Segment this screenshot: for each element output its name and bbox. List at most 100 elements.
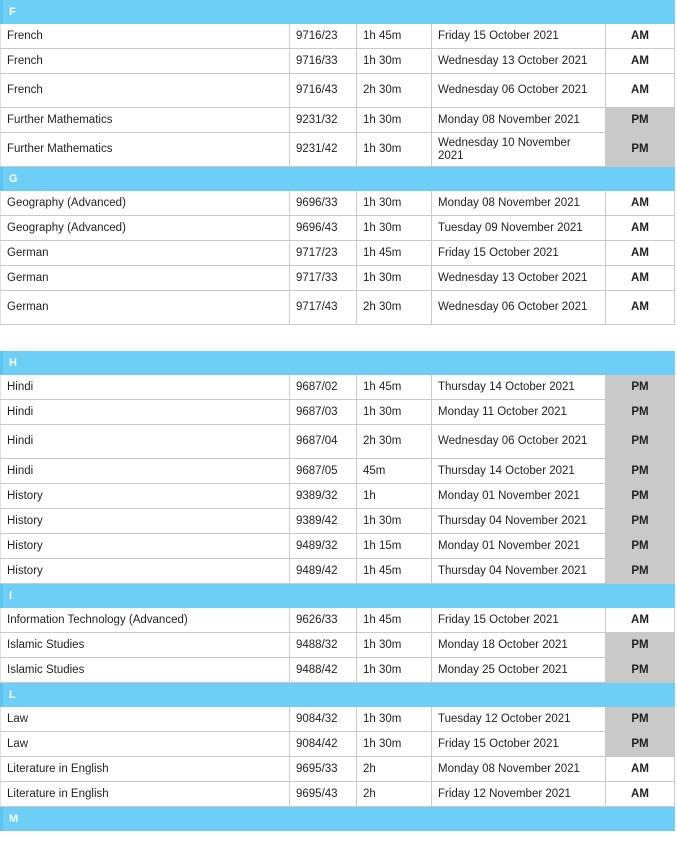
cell-duration: 1h 45m <box>357 24 432 48</box>
cell-subject: Further Mathematics <box>0 133 290 166</box>
table-row: Islamic Studies 9488/42 1h 30m Monday 25 Oc… <box>0 658 675 683</box>
cell-syllabus-code: 9716/43 <box>290 74 357 107</box>
cell-session: PM <box>606 400 675 424</box>
section-header-m: M <box>0 807 675 831</box>
cell-session: AM <box>606 49 675 73</box>
table-row: History 9489/42 1h 45m Thursday 04 November… <box>0 559 675 584</box>
cell-date: Thursday 04 November 2021 <box>432 509 606 533</box>
timetable-section: G Geography (Advanced) 9696/33 1h 30m Monday… <box>0 167 675 325</box>
cell-syllabus-code: 9084/32 <box>290 707 357 731</box>
cell-date: Thursday 14 October 2021 <box>432 375 606 399</box>
cell-session: AM <box>606 266 675 290</box>
cell-syllabus-code: 9488/42 <box>290 658 357 682</box>
cell-duration: 2h <box>357 782 432 806</box>
cell-syllabus-code: 9717/33 <box>290 266 357 290</box>
cell-subject: Further Mathematics <box>0 108 290 132</box>
cell-date: Wednesday 13 October 2021 <box>432 266 606 290</box>
cell-date: Monday 08 November 2021 <box>432 757 606 781</box>
cell-subject: Islamic Studies <box>0 633 290 657</box>
section-header-l: L <box>0 683 675 707</box>
cell-session: PM <box>606 484 675 508</box>
cell-subject: History <box>0 559 290 583</box>
cell-subject: History <box>0 534 290 558</box>
cell-syllabus-code: 9687/02 <box>290 375 357 399</box>
cell-session: PM <box>606 108 675 132</box>
cell-session: PM <box>606 658 675 682</box>
cell-syllabus-code: 9716/23 <box>290 24 357 48</box>
table-row: Islamic Studies 9488/32 1h 30m Monday 18 Oc… <box>0 633 675 658</box>
cell-subject: Literature in English <box>0 782 290 806</box>
cell-session: AM <box>606 191 675 215</box>
cell-duration: 2h 30m <box>357 74 432 107</box>
table-row: German 9717/23 1h 45m Friday 15 October 202… <box>0 241 675 266</box>
table-row: Geography (Advanced) 9696/33 1h 30m Monday … <box>0 191 675 216</box>
cell-session: PM <box>606 633 675 657</box>
cell-duration: 45m <box>357 459 432 483</box>
cell-date: Monday 08 November 2021 <box>432 191 606 215</box>
cell-duration: 1h <box>357 484 432 508</box>
table-row: Literature in English 9695/43 2h Friday 12 … <box>0 782 675 807</box>
cell-session: PM <box>606 133 675 166</box>
cell-syllabus-code: 9717/23 <box>290 241 357 265</box>
cell-subject: Geography (Advanced) <box>0 191 290 215</box>
cell-subject: Hindi <box>0 459 290 483</box>
cell-duration: 1h 30m <box>357 658 432 682</box>
cell-subject: French <box>0 49 290 73</box>
cell-duration: 2h <box>357 757 432 781</box>
cell-syllabus-code: 9687/05 <box>290 459 357 483</box>
cell-session: AM <box>606 757 675 781</box>
cell-date: Wednesday 10 November 2021 <box>432 133 606 166</box>
section-header-g: G <box>0 167 675 191</box>
cell-subject: Law <box>0 732 290 756</box>
table-row: Information Technology (Advanced) 9626/33… <box>0 608 675 633</box>
section-letter: G <box>9 172 18 185</box>
cell-session: AM <box>606 241 675 265</box>
cell-syllabus-code: 9696/43 <box>290 216 357 240</box>
table-row: History 9389/42 1h 30m Thursday 04 November… <box>0 509 675 534</box>
cell-syllabus-code: 9489/32 <box>290 534 357 558</box>
cell-date: Wednesday 13 October 2021 <box>432 49 606 73</box>
table-row: French 9716/33 1h 30m Wednesday 13 October … <box>0 49 675 74</box>
section-letter: M <box>9 812 19 825</box>
cell-syllabus-code: 9687/03 <box>290 400 357 424</box>
cell-session: AM <box>606 608 675 632</box>
cell-date: Friday 15 October 2021 <box>432 241 606 265</box>
cell-subject: Islamic Studies <box>0 658 290 682</box>
cell-date: Friday 15 October 2021 <box>432 608 606 632</box>
cell-subject: French <box>0 24 290 48</box>
cell-duration: 2h 30m <box>357 291 432 324</box>
table-row: French 9716/23 1h 45m Friday 15 October 202… <box>0 24 675 49</box>
table-row: Geography (Advanced) 9696/43 1h 30m Tuesday… <box>0 216 675 241</box>
table-row: History 9389/32 1h Monday 01 November 2021 P… <box>0 484 675 509</box>
cell-session: PM <box>606 425 675 458</box>
cell-date: Wednesday 06 October 2021 <box>432 425 606 458</box>
cell-subject: German <box>0 266 290 290</box>
cell-session: AM <box>606 216 675 240</box>
table-row: French 9716/43 2h 30m Wednesday 06 October … <box>0 74 675 108</box>
timetable-section: I Information Technology (Advanced) 9626/3… <box>0 584 675 683</box>
cell-duration: 1h 45m <box>357 608 432 632</box>
cell-session: PM <box>606 375 675 399</box>
section-letter: H <box>9 356 18 369</box>
cell-subject: History <box>0 509 290 533</box>
cell-subject: Hindi <box>0 375 290 399</box>
cell-subject: French <box>0 74 290 107</box>
table-row: Literature in English 9695/33 2h Monday 08 … <box>0 757 675 782</box>
timetable-section: M <box>0 807 675 831</box>
section-header-h: H <box>0 351 675 375</box>
cell-duration: 1h 45m <box>357 559 432 583</box>
exam-timetable: F French 9716/23 1h 45m Friday 15 October 20… <box>0 0 677 831</box>
cell-duration: 1h 30m <box>357 707 432 731</box>
cell-syllabus-code: 9231/32 <box>290 108 357 132</box>
cell-date: Monday 25 October 2021 <box>432 658 606 682</box>
cell-syllabus-code: 9696/33 <box>290 191 357 215</box>
cell-date: Friday 12 November 2021 <box>432 782 606 806</box>
table-row: History 9489/32 1h 15m Monday 01 November 2… <box>0 534 675 559</box>
cell-date: Thursday 04 November 2021 <box>432 559 606 583</box>
cell-session: AM <box>606 782 675 806</box>
cell-date: Friday 15 October 2021 <box>432 732 606 756</box>
cell-syllabus-code: 9687/04 <box>290 425 357 458</box>
page-break-gap <box>0 325 677 351</box>
table-row: Hindi 9687/05 45m Thursday 14 October 2021 P… <box>0 459 675 484</box>
cell-session: PM <box>606 732 675 756</box>
